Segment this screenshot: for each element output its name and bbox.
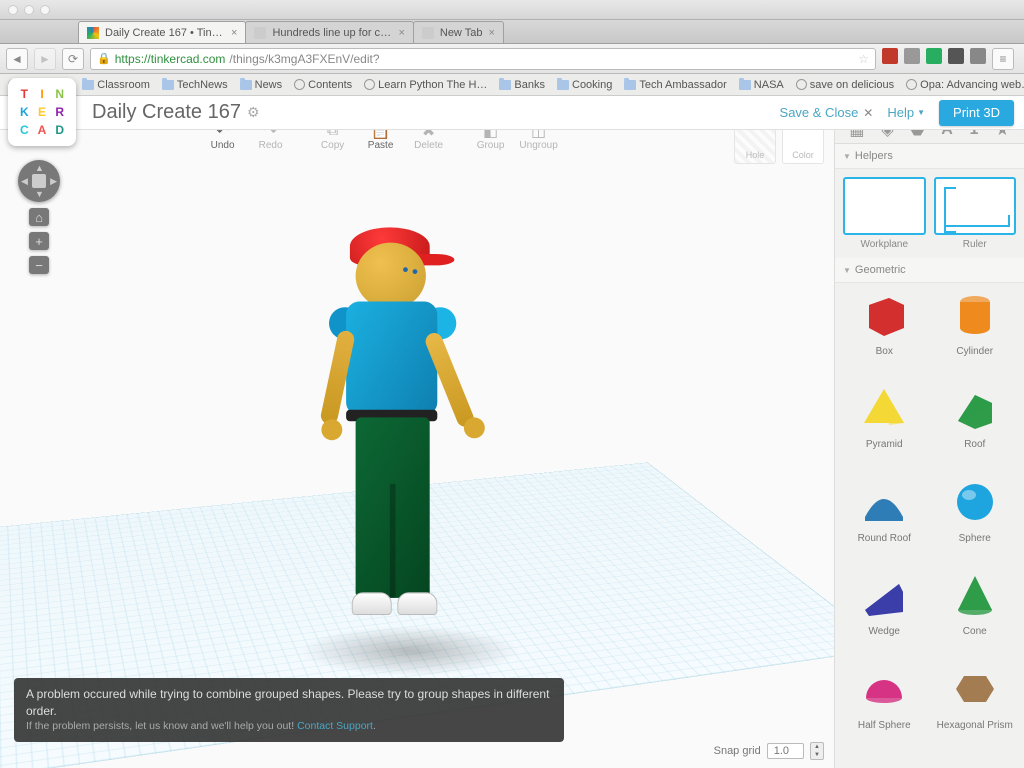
url-domain: https://tinkercad.com	[115, 52, 226, 66]
browser-tab[interactable]: Hundreds line up for chance…×	[245, 21, 413, 43]
gear-icon[interactable]: ⚙	[247, 104, 260, 121]
contact-support-link[interactable]: Contact Support	[297, 720, 373, 732]
bookmark-item[interactable]: TechNews	[162, 79, 228, 91]
bookmark-item[interactable]: NASA	[739, 79, 784, 91]
orbit-up-icon[interactable]: ▲	[35, 163, 44, 173]
reload-button[interactable]: ⟳	[62, 48, 84, 70]
zoom-out-button[interactable]: −	[29, 256, 49, 274]
tab-strip: Daily Create 167 • Tinkercad×Hundreds li…	[0, 20, 1024, 44]
mac-minimize[interactable]	[24, 5, 34, 15]
shapes-panel: ▦ ◈ ⬣ A 1 ★ ▼Helpers Workplane Ruler ▼Ge…	[834, 116, 1024, 768]
bookmark-item[interactable]: Tech Ambassador	[624, 79, 726, 91]
orbit-pad[interactable]: ▲ ▼ ◀ ▶	[18, 160, 60, 202]
error-line-1: A problem occured while trying to combin…	[26, 686, 552, 720]
lock-icon: 🔒	[97, 52, 111, 65]
browser-tab[interactable]: Daily Create 167 • Tinkercad×	[78, 21, 246, 43]
bookmark-item[interactable]: Learn Python The H…	[364, 79, 487, 91]
bookmark-item[interactable]: Opa: Advancing web…	[906, 79, 1024, 91]
ext-icon-4[interactable]	[948, 48, 964, 64]
shape-hsphere[interactable]: Half Sphere	[843, 661, 926, 748]
bookmarks-bar: Moble MeClassroomTechNewsNewsContentsLea…	[0, 74, 1024, 96]
shape-box[interactable]: Box	[843, 287, 926, 374]
snap-grid-value[interactable]: 1.0	[767, 743, 804, 759]
snap-grid-label: Snap grid	[714, 745, 761, 757]
orbit-down-icon[interactable]: ▼	[35, 189, 44, 199]
orbit-right-icon[interactable]: ▶	[50, 176, 57, 187]
bookmark-item[interactable]: Banks	[499, 79, 545, 91]
shape-wedge[interactable]: Wedge	[843, 567, 926, 654]
app-bar: Daily Create 167 ⚙ Save & Close✕ Help▼ P…	[0, 96, 1024, 130]
zoom-fit-button[interactable]: ⌂	[29, 208, 49, 226]
browser-tab[interactable]: New Tab×	[413, 21, 504, 43]
bookmark-item[interactable]: News	[240, 79, 283, 91]
project-title[interactable]: Daily Create 167	[92, 101, 241, 124]
url-field[interactable]: 🔒 https://tinkercad.com/things/k3mgA3FXE…	[90, 48, 876, 70]
helper-workplane[interactable]: Workplane	[843, 177, 926, 250]
help-link[interactable]: Help▼	[887, 105, 925, 120]
forward-button[interactable]: ►	[34, 48, 56, 70]
bookmark-item[interactable]: save on delicious	[796, 79, 894, 91]
home-view-icon[interactable]	[32, 174, 46, 188]
save-close-link[interactable]: Save & Close✕	[780, 105, 874, 120]
chrome-menu[interactable]: ≡	[992, 48, 1014, 70]
address-bar: ◄ ► ⟳ 🔒 https://tinkercad.com/things/k3m…	[0, 44, 1024, 74]
bookmark-item[interactable]: Classroom	[82, 79, 150, 91]
shape-pyramid[interactable]: Pyramid	[843, 380, 926, 467]
ext-icon-5[interactable]	[970, 48, 986, 64]
zoom-in-button[interactable]: +	[29, 232, 49, 250]
star-icon[interactable]: ☆	[858, 52, 869, 66]
back-button[interactable]: ◄	[6, 48, 28, 70]
mac-close[interactable]	[8, 5, 18, 15]
figure-shadow	[300, 626, 520, 676]
shape-sphere[interactable]: Sphere	[934, 474, 1017, 561]
error-snackbar: A problem occured while trying to combin…	[14, 678, 564, 742]
shape-cone[interactable]: Cone	[934, 567, 1017, 654]
ext-icon-3[interactable]	[926, 48, 942, 64]
url-path: /things/k3mgA3FXEnV/edit?	[229, 52, 379, 66]
bookmark-item[interactable]: Cooking	[557, 79, 612, 91]
tinkercad-logo[interactable]: TINKERCAD	[8, 78, 76, 146]
geometric-header[interactable]: Geometric	[855, 264, 906, 276]
mac-zoom[interactable]	[40, 5, 50, 15]
helpers-header[interactable]: Helpers	[855, 150, 893, 162]
ext-icon-1[interactable]	[882, 48, 898, 64]
helper-ruler[interactable]: Ruler	[934, 177, 1017, 250]
shape-hex[interactable]: Hexagonal Prism	[934, 661, 1017, 748]
workspace-canvas[interactable]: TINKERCAD ▲ ▼ ◀ ▶ ⌂ + − ↶Undo ↷Redo ⧉Cop…	[0, 116, 834, 768]
print-3d-button[interactable]: Print 3D	[939, 100, 1014, 126]
shape-cylinder[interactable]: Cylinder	[934, 287, 1017, 374]
ext-icon-2[interactable]	[904, 48, 920, 64]
bookmark-item[interactable]: Contents	[294, 79, 352, 91]
shape-roof[interactable]: Roof	[934, 380, 1017, 467]
snap-grid-stepper[interactable]: ▲▼	[810, 742, 824, 760]
shape-rroof[interactable]: Round Roof	[843, 474, 926, 561]
orbit-left-icon[interactable]: ◀	[21, 176, 28, 187]
